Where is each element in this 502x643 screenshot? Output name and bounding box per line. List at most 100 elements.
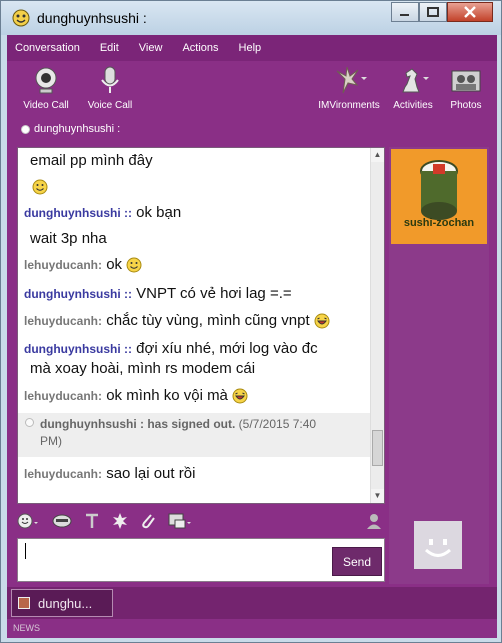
video-call-label: Video Call [23, 100, 69, 111]
text-format-icon [86, 513, 98, 528]
maximize-icon [427, 7, 439, 17]
offline-dot-icon [25, 418, 34, 427]
tab-avatar-icon [18, 597, 30, 609]
video-call-button[interactable]: Video Call [17, 65, 75, 111]
imvironments-icon [336, 66, 367, 94]
minimize-button[interactable] [391, 2, 419, 22]
message-text: ok bạn [136, 204, 182, 221]
microphone-icon [101, 66, 119, 93]
photos-label: Photos [450, 100, 482, 111]
webcam-icon [35, 67, 57, 94]
voice-call-label: Voice Call [87, 100, 133, 111]
smiley-icon [32, 179, 48, 195]
message-line: mà xoay hoài, mình rs modem cái [18, 360, 371, 377]
contact-status: dunghuynhsushi : [21, 123, 120, 135]
message-line: dunghuynhsushi :: ok bạn [18, 204, 371, 221]
photos-button[interactable]: Photos [443, 65, 489, 111]
message-line: lehuyducanh: sao lại out rồi [18, 465, 371, 482]
laughing-smiley-icon [232, 388, 248, 404]
activities-button[interactable]: Activities [391, 65, 435, 111]
audible-icon [52, 514, 72, 528]
emoticon-button[interactable] [17, 512, 41, 530]
activities-label: Activities [393, 100, 433, 111]
contact-icon [367, 514, 381, 529]
window-title: dunghuynhsushi : [37, 10, 147, 26]
toolbar: Video Call Voice Call IMVironments Activ… [7, 61, 497, 117]
buzz-icon [113, 513, 127, 529]
message-line [18, 178, 371, 195]
format-toolbar [17, 508, 387, 534]
sender-name: dunghuynhsushi :: [24, 287, 132, 301]
message-line: dunghuynhsushi :: đợi xíu nhé, mới log v… [18, 340, 371, 357]
maximize-button[interactable] [419, 2, 447, 22]
message-text: ok mình ko vội mà [106, 387, 228, 404]
menu-help[interactable]: Help [239, 42, 262, 54]
yahoo-messenger-icon [12, 9, 30, 27]
photos-icon [451, 70, 481, 92]
message-text: email pp mình đây [30, 152, 153, 169]
message-text: ok [106, 256, 123, 273]
screen-share-icon [168, 513, 191, 529]
menu-bar: Conversation Edit View Actions Help [7, 35, 497, 61]
scroll-up-icon[interactable]: ▲ [371, 148, 384, 162]
scroll-thumb[interactable] [372, 430, 383, 466]
signed-out-time-cont: PM) [40, 434, 62, 448]
voice-call-button[interactable]: Voice Call [83, 65, 137, 111]
contact-status-text: dunghuynhsushi : [34, 123, 121, 135]
message-line: dunghuynhsushi :: VNPT có vẻ hơi lag =.= [18, 285, 371, 302]
news-label[interactable]: NEWS [13, 623, 40, 633]
message-text: chắc tùy vùng, mình cũng vnpt [106, 312, 310, 329]
close-button[interactable] [447, 2, 493, 22]
status-dot-icon [21, 124, 30, 134]
scroll-down-icon[interactable]: ▼ [371, 489, 384, 503]
buzz-button[interactable] [111, 512, 129, 530]
send-button[interactable]: Send [332, 547, 382, 576]
menu-actions[interactable]: Actions [182, 42, 218, 54]
font-button[interactable] [83, 512, 101, 530]
smiley-icon [126, 257, 142, 273]
message-line: email pp mình đây [18, 152, 371, 169]
laughing-smiley-icon [314, 313, 330, 329]
message-line: lehuyducanh: ok [18, 256, 371, 273]
message-text: sao lại out rồi [106, 465, 196, 482]
avatar-banner-text: sushi-zochan [403, 217, 475, 229]
conversation-tabs: dunghu... [7, 587, 497, 619]
chat-window: dunghuynhsushi : Conversation Edit View … [0, 0, 502, 643]
paperclip-icon [142, 514, 155, 529]
smiley-icon [17, 513, 38, 529]
minimize-icon [400, 14, 409, 16]
sender-name: dunghuynhsushi :: [24, 342, 132, 356]
imvironments-button[interactable]: IMVironments [313, 65, 385, 111]
share-button[interactable] [167, 512, 193, 530]
close-icon [464, 6, 476, 18]
menu-conversation[interactable]: Conversation [15, 42, 80, 54]
conversation-tab-label: dunghu... [38, 595, 93, 611]
window-controls [391, 2, 493, 22]
message-text: mà xoay hoài, mình rs modem cái [30, 360, 256, 377]
chat-scrollbar[interactable]: ▲ ▼ [370, 148, 384, 503]
contact-info-button[interactable] [365, 512, 385, 530]
audible-button[interactable] [51, 512, 73, 530]
message-text: đợi xíu nhé, mới log vào đc [136, 340, 318, 357]
sushi-avatar-icon [391, 149, 487, 244]
menu-edit[interactable]: Edit [100, 42, 119, 54]
default-avatar-icon [414, 521, 462, 569]
title-bar[interactable]: dunghuynhsushi : [1, 1, 501, 35]
attach-button[interactable] [139, 512, 157, 530]
menu-view[interactable]: View [139, 42, 163, 54]
sender-name: lehuyducanh: [24, 314, 103, 328]
signed-out-time: (5/7/2015 7:40 [238, 417, 317, 431]
sender-name: dunghuynhsushi :: [24, 206, 132, 220]
my-avatar[interactable] [414, 521, 462, 569]
avatar-panel: sushi-zochan [389, 147, 489, 584]
chess-knight-icon [402, 68, 429, 93]
sender-name: lehuyducanh: [24, 258, 103, 272]
chat-history[interactable]: email pp mình đây dunghuynhsushi :: ok b… [17, 147, 385, 504]
contact-avatar[interactable]: sushi-zochan [391, 149, 487, 244]
conversation-tab[interactable]: dunghu... [11, 589, 113, 617]
sender-name: lehuyducanh: [24, 467, 103, 481]
message-input[interactable]: Send [17, 538, 385, 582]
text-cursor [25, 543, 26, 559]
message-line: lehuyducanh: ok mình ko vội mà [18, 387, 371, 404]
message-text: VNPT có vẻ hơi lag =.= [136, 285, 292, 302]
